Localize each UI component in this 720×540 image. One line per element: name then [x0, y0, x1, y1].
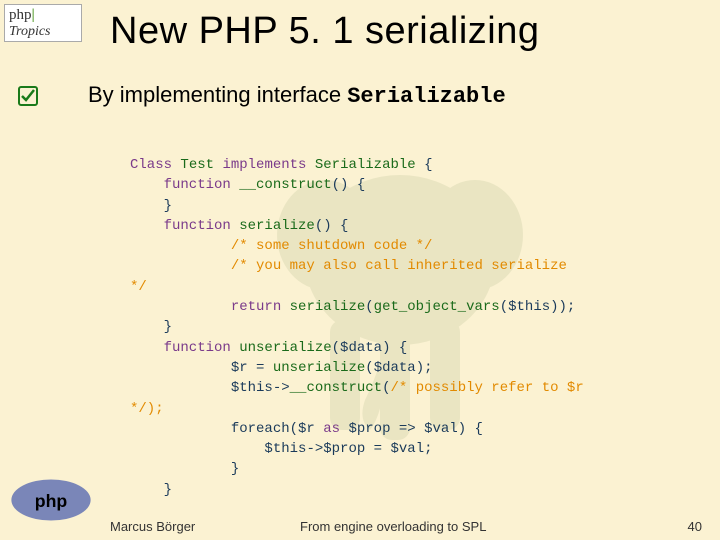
svg-text:php: php — [35, 491, 68, 511]
php-logo: php — [10, 478, 92, 522]
bullet-prefix: By implementing interface — [88, 82, 347, 107]
footer-author: Marcus Börger — [110, 519, 195, 534]
bullet-interface: Serializable — [347, 84, 505, 109]
php-tropics-logo: php| Tropics — [4, 4, 82, 42]
footer-page-number: 40 — [688, 519, 702, 534]
logo-bar: | — [32, 7, 35, 23]
bullet-text: By implementing interface Serializable — [88, 82, 506, 109]
check-icon — [18, 86, 38, 106]
logo-subtext: Tropics — [9, 24, 77, 39]
bullet-row: By implementing interface Serializable — [18, 82, 506, 109]
footer-title: From engine overloading to SPL — [300, 519, 486, 534]
slide-title: New PHP 5. 1 serializing — [110, 10, 539, 53]
logo-text: php — [9, 7, 32, 23]
code-block: Class Test implements Serializable { fun… — [130, 155, 584, 500]
